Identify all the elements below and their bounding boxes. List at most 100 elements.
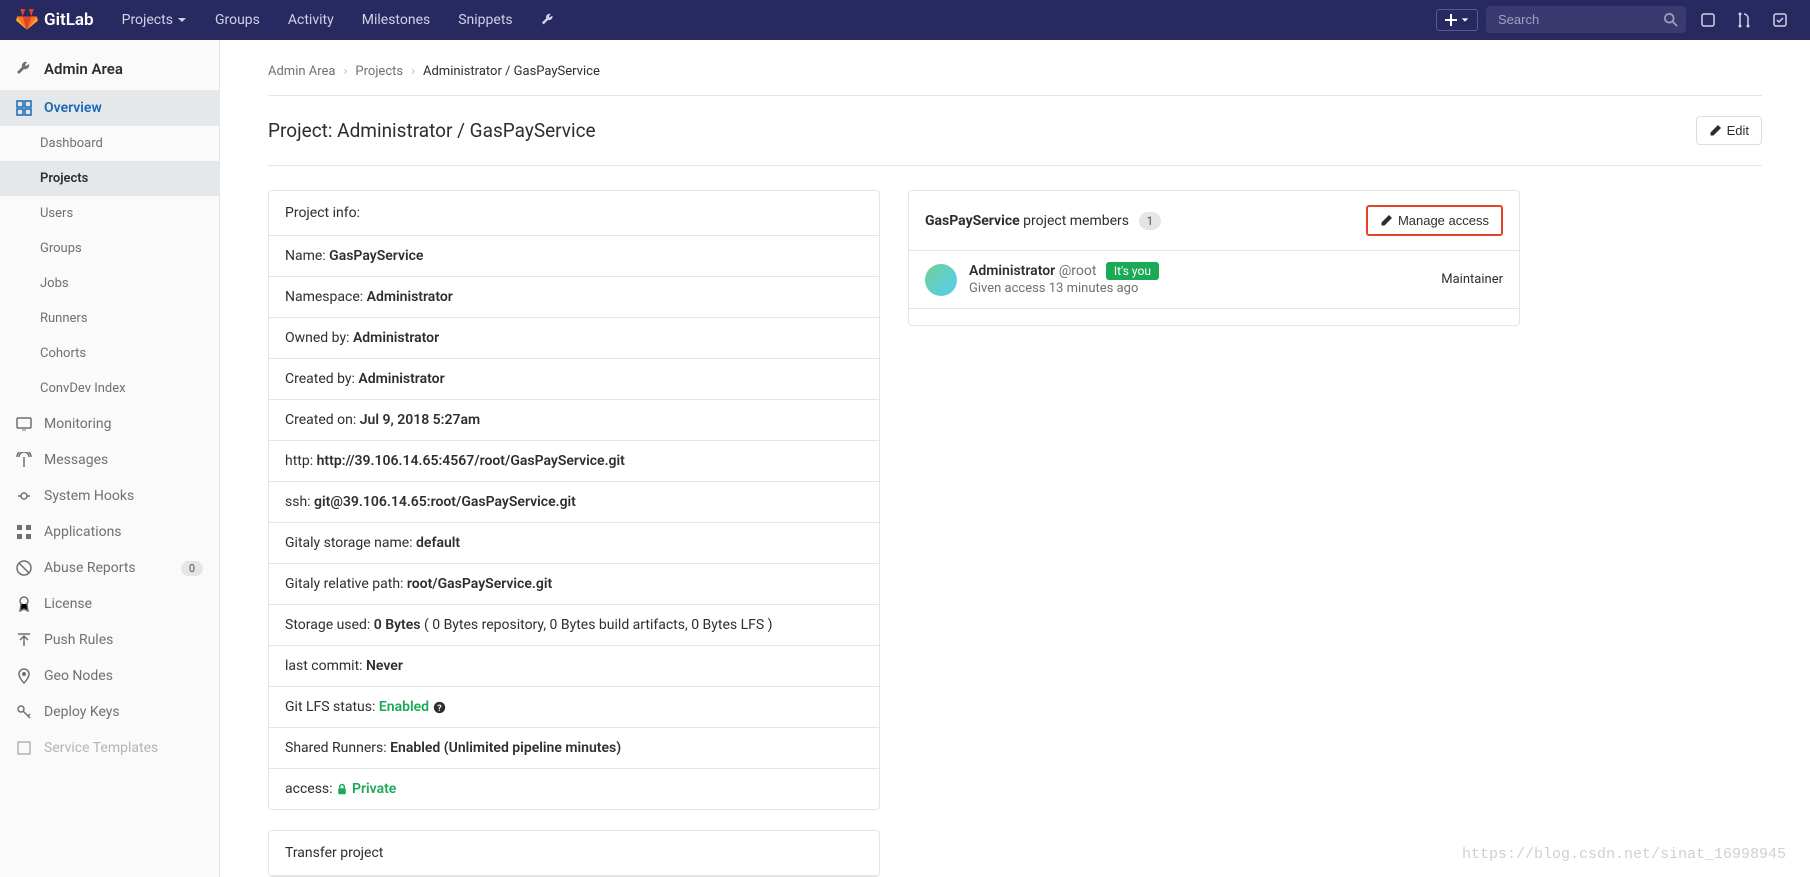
edit-button[interactable]: Edit	[1696, 116, 1762, 145]
its-you-badge: It's you	[1106, 262, 1159, 280]
nav-milestones[interactable]: Milestones	[350, 4, 443, 36]
page-title: Project: Administrator / GasPayService	[268, 119, 596, 142]
sidebar-deploy-keys[interactable]: Deploy Keys	[0, 694, 219, 730]
wrench-icon	[16, 61, 32, 77]
members-count: 1	[1139, 212, 1162, 230]
info-access: access: Private	[269, 769, 879, 809]
info-ssh: ssh: git@39.106.14.65:root/GasPayService…	[269, 482, 879, 523]
page-header: Project: Administrator / GasPayService E…	[268, 96, 1762, 166]
question-icon[interactable]: ?	[433, 701, 446, 714]
project-info-header: Project info:	[269, 191, 879, 236]
sidebar-abuse[interactable]: Abuse Reports0	[0, 550, 219, 586]
topnav: Projects Groups Activity Milestones Snip…	[110, 4, 567, 36]
apps-icon	[16, 524, 32, 540]
members-panel: GasPayService project members 1 Manage a…	[908, 190, 1520, 326]
info-name: Name: GasPayService	[269, 236, 879, 277]
breadcrumb-projects[interactable]: Projects	[355, 64, 403, 79]
sidebar-projects[interactable]: Projects	[0, 161, 219, 196]
overview-icon	[16, 100, 32, 116]
nav-activity[interactable]: Activity	[276, 4, 346, 36]
sidebar-users[interactable]: Users	[0, 196, 219, 231]
broadcast-icon	[16, 452, 32, 468]
abuse-icon	[16, 560, 32, 576]
main-content: Admin Area › Projects › Administrator / …	[220, 40, 1810, 877]
sidebar-license[interactable]: License	[0, 586, 219, 622]
info-lfs: Git LFS status: Enabled ?	[269, 687, 879, 728]
nav-snippets[interactable]: Snippets	[446, 4, 524, 36]
lock-icon	[336, 781, 348, 797]
sidebar-service-templates[interactable]: Service Templates	[0, 730, 219, 766]
wrench-icon	[541, 13, 555, 27]
sidebar-geo[interactable]: Geo Nodes	[0, 658, 219, 694]
member-name[interactable]: Administrator	[969, 263, 1055, 279]
search-input[interactable]	[1486, 6, 1686, 33]
info-created-on: Created on: Jul 9, 2018 5:27am	[269, 400, 879, 441]
hook-icon	[16, 488, 32, 504]
nav-projects[interactable]: Projects	[110, 4, 199, 36]
abuse-count: 0	[181, 561, 203, 576]
info-namespace: Namespace: Administrator	[269, 277, 879, 318]
info-created-by: Created by: Administrator	[269, 359, 879, 400]
sidebar-monitoring[interactable]: Monitoring	[0, 406, 219, 442]
breadcrumb-sep: ›	[344, 64, 348, 79]
sidebar: Admin Area Overview Dashboard Projects U…	[0, 40, 220, 877]
manage-access-button[interactable]: Manage access	[1366, 205, 1503, 236]
info-storage: Storage used: 0 Bytes ( 0 Bytes reposito…	[269, 605, 879, 646]
info-gitaly-path: Gitaly relative path: root/GasPayService…	[269, 564, 879, 605]
sidebar-groups[interactable]: Groups	[0, 231, 219, 266]
member-row: Administrator @root It's you Given acces…	[909, 251, 1519, 309]
sidebar-applications[interactable]: Applications	[0, 514, 219, 550]
transfer-header: Transfer project	[269, 831, 879, 876]
chevron-down-icon	[177, 15, 187, 25]
project-info-panel: Project info: Name: GasPayService Namesp…	[268, 190, 880, 810]
new-button[interactable]	[1436, 9, 1478, 31]
breadcrumb-sep: ›	[411, 64, 415, 79]
member-access-time: Given access 13 minutes ago	[969, 281, 1429, 296]
breadcrumb: Admin Area › Projects › Administrator / …	[268, 56, 1762, 96]
breadcrumb-admin[interactable]: Admin Area	[268, 64, 336, 79]
logo[interactable]: GitLab	[16, 9, 94, 31]
members-header: GasPayService project members 1 Manage a…	[909, 191, 1519, 251]
sidebar-cohorts[interactable]: Cohorts	[0, 336, 219, 371]
geo-icon	[16, 668, 32, 684]
info-shared-runners: Shared Runners: Enabled (Unlimited pipel…	[269, 728, 879, 769]
topbar: GitLab Projects Groups Activity Mileston…	[0, 0, 1810, 40]
info-last-commit: last commit: Never	[269, 646, 879, 687]
sidebar-convdev[interactable]: ConvDev Index	[0, 371, 219, 406]
sidebar-jobs[interactable]: Jobs	[0, 266, 219, 301]
info-http: http: http://39.106.14.65:4567/root/GasP…	[269, 441, 879, 482]
topbar-right	[1436, 6, 1794, 34]
monitor-icon	[16, 416, 32, 432]
gitlab-logo-icon	[16, 9, 38, 31]
license-icon	[16, 596, 32, 612]
pencil-icon	[1380, 215, 1392, 227]
sidebar-title: Admin Area	[44, 60, 123, 78]
member-username: @root	[1059, 263, 1097, 279]
sidebar-system-hooks[interactable]: System Hooks	[0, 478, 219, 514]
plus-icon	[1445, 14, 1457, 26]
sidebar-messages[interactable]: Messages	[0, 442, 219, 478]
search-wrap	[1486, 6, 1686, 33]
sidebar-header: Admin Area	[0, 48, 219, 90]
nav-admin-wrench[interactable]	[529, 4, 567, 36]
breadcrumb-current: Administrator / GasPayService	[423, 64, 600, 79]
sidebar-runners[interactable]: Runners	[0, 301, 219, 336]
issues-icon[interactable]	[1694, 6, 1722, 34]
avatar	[925, 264, 957, 296]
info-owned: Owned by: Administrator	[269, 318, 879, 359]
svg-text:?: ?	[437, 704, 442, 714]
member-role: Maintainer	[1441, 272, 1503, 287]
info-gitaly-storage: Gitaly storage name: default	[269, 523, 879, 564]
sidebar-push-rules[interactable]: Push Rules	[0, 622, 219, 658]
sidebar-dashboard[interactable]: Dashboard	[0, 126, 219, 161]
sidebar-overview[interactable]: Overview	[0, 90, 219, 126]
merge-requests-icon[interactable]	[1730, 6, 1758, 34]
chevron-down-icon	[1461, 16, 1469, 24]
brand-name: GitLab	[44, 10, 94, 30]
todos-icon[interactable]	[1766, 6, 1794, 34]
search-icon	[1664, 12, 1678, 28]
nav-groups[interactable]: Groups	[203, 4, 272, 36]
transfer-panel: Transfer project	[268, 830, 880, 877]
key-icon	[16, 704, 32, 720]
pencil-icon	[1709, 125, 1721, 137]
